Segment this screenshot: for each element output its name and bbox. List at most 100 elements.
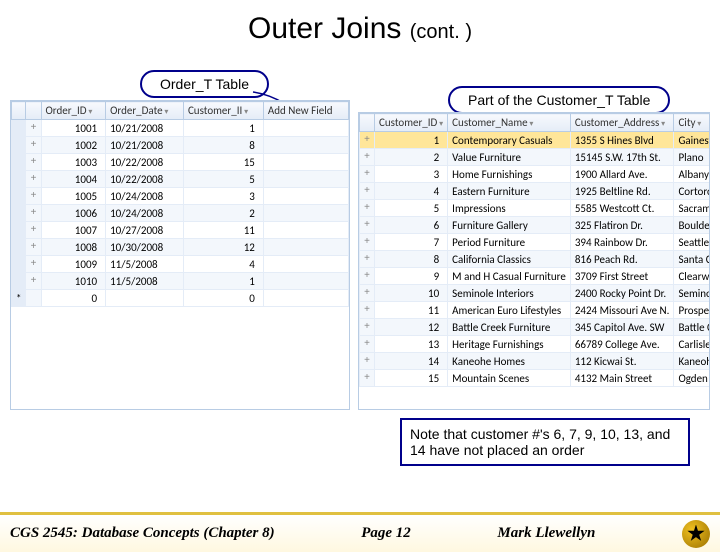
column-header[interactable] [26,102,41,120]
table-row[interactable]: +13Heritage Furnishings66789 College Ave… [360,336,711,353]
table-row[interactable]: +101011/5/20081 [12,273,349,290]
table-cell: 5 [375,200,448,217]
table-cell: 10/30/2008 [106,239,184,256]
table-cell: 10/22/2008 [106,171,184,188]
table-cell: 2 [375,149,448,166]
table-cell: 112 Kicwai St. [570,353,674,370]
column-header[interactable] [12,102,26,120]
table-row[interactable]: +100510/24/20083 [12,188,349,205]
table-cell [12,222,26,239]
table-cell: 11/5/2008 [106,273,184,290]
table-cell: 12 [375,319,448,336]
table-cell: 3 [375,166,448,183]
table-cell: + [360,302,375,319]
table-row[interactable]: +8California Classics816 Peach Rd.Santa … [360,251,711,268]
table-cell: 1010 [41,273,106,290]
table-cell: Albany [674,166,710,183]
table-row[interactable]: +100310/22/200815 [12,154,349,171]
table-cell: + [26,154,41,171]
customer-table-header: Customer_IDCustomer_NameCustomer_Address… [360,114,711,132]
table-cell: 1008 [41,239,106,256]
table-cell: Plano [674,149,710,166]
column-header[interactable]: Order_Date [106,102,184,120]
table-cell: + [360,183,375,200]
table-cell: + [26,188,41,205]
table-cell: 3 [183,188,263,205]
table-row[interactable]: +9M and H Casual Furniture3709 First Str… [360,268,711,285]
table-cell: + [360,285,375,302]
table-cell: Carlisle [674,336,710,353]
column-header[interactable]: Customer_Address [570,114,674,132]
table-cell: 10/21/2008 [106,137,184,154]
table-cell: 1 [375,132,448,149]
table-cell: 1005 [41,188,106,205]
table-cell [263,188,348,205]
table-row[interactable]: +12Battle Creek Furniture345 Capitol Ave… [360,319,711,336]
table-row[interactable]: +10Seminole Interiors2400 Rocky Point Dr… [360,285,711,302]
table-cell [263,154,348,171]
column-header[interactable]: Customer_ID [375,114,448,132]
table-row[interactable]: +2Value Furniture15145 S.W. 17th St.Plan… [360,149,711,166]
table-row[interactable]: +14Kaneohe Homes112 Kicwai St.Kaneohe [360,353,711,370]
table-row[interactable]: +100110/21/20081 [12,120,349,137]
table-cell: + [360,336,375,353]
table-cell: M and H Casual Furniture [448,268,571,285]
column-header[interactable]: Customer_II [183,102,263,120]
table-row[interactable]: +7Period Furniture394 Rainbow Dr.Seattle [360,234,711,251]
table-cell: 1925 Beltline Rd. [570,183,674,200]
table-cell: 2424 Missouri Ave N. [570,302,674,319]
column-header[interactable]: Add New Field [263,102,348,120]
table-cell [26,290,41,307]
title-cont: (cont. ) [410,21,472,43]
table-row[interactable]: +100410/22/20085 [12,171,349,188]
tables-area: Order_IDOrder_DateCustomer_IIAdd New Fie… [10,100,710,410]
table-cell: 1001 [41,120,106,137]
table-cell: 1006 [41,205,106,222]
table-cell: + [360,234,375,251]
table-cell: Value Furniture [448,149,571,166]
column-header[interactable]: Order_ID [41,102,106,120]
table-cell: 1355 S Hines Blvd [570,132,674,149]
table-row[interactable]: +1Contemporary Casuals1355 S Hines BlvdG… [360,132,711,149]
table-row[interactable]: +100710/27/200811 [12,222,349,239]
table-cell: Mountain Scenes [448,370,571,387]
table-cell [106,290,184,307]
table-cell: 10/21/2008 [106,120,184,137]
table-cell: 8 [375,251,448,268]
table-row[interactable]: +11American Euro Lifestyles2424 Missouri… [360,302,711,319]
table-cell: 1004 [41,171,106,188]
note-box: Note that customer #'s 6, 7, 9, 10, 13, … [400,418,690,466]
table-row[interactable]: +3Home Furnishings1900 Allard Ave.Albany [360,166,711,183]
table-cell: + [26,171,41,188]
table-row[interactable]: +15Mountain Scenes4132 Main StreetOgden [360,370,711,387]
order-table-header: Order_IDOrder_DateCustomer_IIAdd New Fie… [12,102,349,120]
table-row[interactable]: +100610/24/20082 [12,205,349,222]
table-cell [12,154,26,171]
table-cell: Furniture Gallery [448,217,571,234]
table-cell [263,222,348,239]
table-cell: 1900 Allard Ave. [570,166,674,183]
table-row[interactable]: *00 [12,290,349,307]
table-cell: 15 [375,370,448,387]
table-row[interactable]: +4Eastern Furniture1925 Beltline Rd.Cort… [360,183,711,200]
table-cell: Cortorcel [674,183,710,200]
column-header[interactable] [360,114,375,132]
column-header[interactable]: City [674,114,710,132]
table-cell: Contemporary Casuals [448,132,571,149]
table-cell: 10/24/2008 [106,188,184,205]
table-row[interactable]: +100210/21/20088 [12,137,349,154]
table-row[interactable]: +5Impressions5585 Westcott Ct.Sacrame [360,200,711,217]
table-cell [12,120,26,137]
table-cell: + [360,132,375,149]
table-cell: Sacrame [674,200,710,217]
table-cell [263,273,348,290]
table-row[interactable]: +6Furniture Gallery325 Flatiron Dr.Bould… [360,217,711,234]
column-header[interactable]: Customer_Name [448,114,571,132]
table-row[interactable]: +100810/30/200812 [12,239,349,256]
table-cell: 8 [183,137,263,154]
table-cell: 3709 First Street [570,268,674,285]
table-cell: Seminole Interiors [448,285,571,302]
table-cell [12,273,26,290]
table-row[interactable]: +100911/5/20084 [12,256,349,273]
table-cell: 7 [375,234,448,251]
